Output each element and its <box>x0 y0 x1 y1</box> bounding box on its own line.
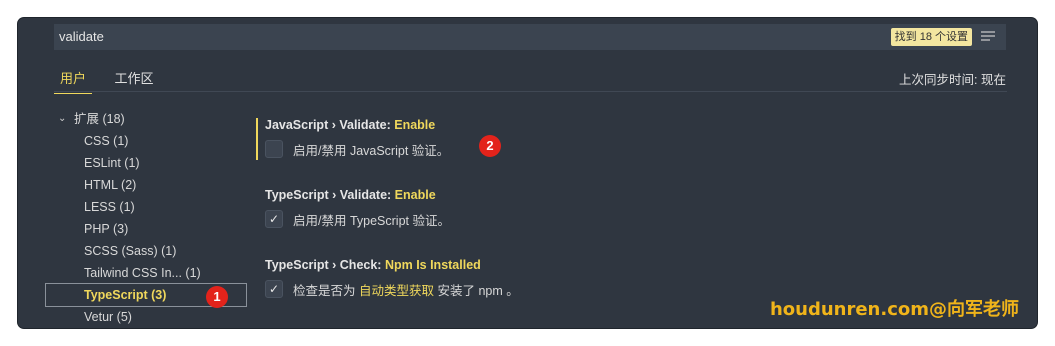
toc-item-php[interactable]: PHP (3) <box>46 218 246 240</box>
setting-prefix: JavaScript › Validate: <box>265 118 395 132</box>
checkbox-javascript-validate[interactable] <box>265 140 283 158</box>
setting-key: Enable <box>394 118 436 132</box>
chevron-down-icon: ⌄ <box>58 113 67 124</box>
toc-group-extensions[interactable]: ⌄ 扩展 (18) <box>46 108 246 130</box>
toc-item-css[interactable]: CSS (1) <box>46 130 246 152</box>
setting-prefix: TypeScript › Validate: <box>265 188 395 202</box>
setting-description: 启用/禁用 JavaScript 验证。 <box>293 143 450 158</box>
toc-item-html[interactable]: HTML (2) <box>46 174 246 196</box>
filter-list-icon[interactable] <box>980 30 996 44</box>
setting-typescript-validate: TypeScript › Validate: Enable ✓ 启用/禁用 Ty… <box>256 186 956 232</box>
header-divider <box>54 91 1007 92</box>
setting-description: 检查是否为 自动类型获取 安装了 npm 。 <box>293 283 519 298</box>
toc-item-scss[interactable]: SCSS (Sass) (1) <box>46 240 246 262</box>
setting-description: 启用/禁用 TypeScript 验证。 <box>293 213 450 228</box>
toc-item-vetur[interactable]: Vetur (5) <box>46 306 246 328</box>
setting-title: TypeScript › Check: Npm Is Installed <box>265 256 956 274</box>
checkbox-npm-installed[interactable]: ✓ <box>265 280 283 298</box>
settings-scope-tabs: 用户 工作区 <box>54 68 171 94</box>
setting-title: JavaScript › Validate: Enable <box>265 116 956 134</box>
settings-window: validate 找到 18 个设置 用户 工作区 上次同步时间: 现在 ⌄ 扩… <box>18 18 1037 328</box>
annotation-marker-1: 1 <box>206 286 228 308</box>
settings-search-box[interactable]: validate 找到 18 个设置 <box>54 24 1006 50</box>
tab-workspace[interactable]: 工作区 <box>108 68 159 93</box>
result-count-badge: 找到 18 个设置 <box>890 28 972 46</box>
setting-javascript-validate: JavaScript › Validate: Enable 启用/禁用 Java… <box>256 116 956 162</box>
toc-item-less[interactable]: LESS (1) <box>46 196 246 218</box>
watermark: houdunren.com@向军老师 <box>769 299 1019 320</box>
check-icon: ✓ <box>268 212 280 226</box>
sync-status: 上次同步时间: 现在 <box>899 73 1006 87</box>
ata-link[interactable]: 自动类型获取 <box>359 284 434 298</box>
setting-prefix: TypeScript › Check: <box>265 258 385 272</box>
toc-group-label: 扩展 (18) <box>74 112 125 126</box>
check-icon: ✓ <box>268 282 280 296</box>
toc-item-tailwind[interactable]: Tailwind CSS In... (1) <box>46 262 246 284</box>
setting-title: TypeScript › Validate: Enable <box>265 186 956 204</box>
setting-key: Enable <box>394 188 436 202</box>
search-input[interactable]: validate <box>59 29 104 44</box>
toc-item-eslint[interactable]: ESLint (1) <box>46 152 246 174</box>
annotation-marker-2: 2 <box>479 135 501 157</box>
checkbox-typescript-validate[interactable]: ✓ <box>265 210 283 228</box>
setting-key: Npm Is Installed <box>384 258 481 272</box>
